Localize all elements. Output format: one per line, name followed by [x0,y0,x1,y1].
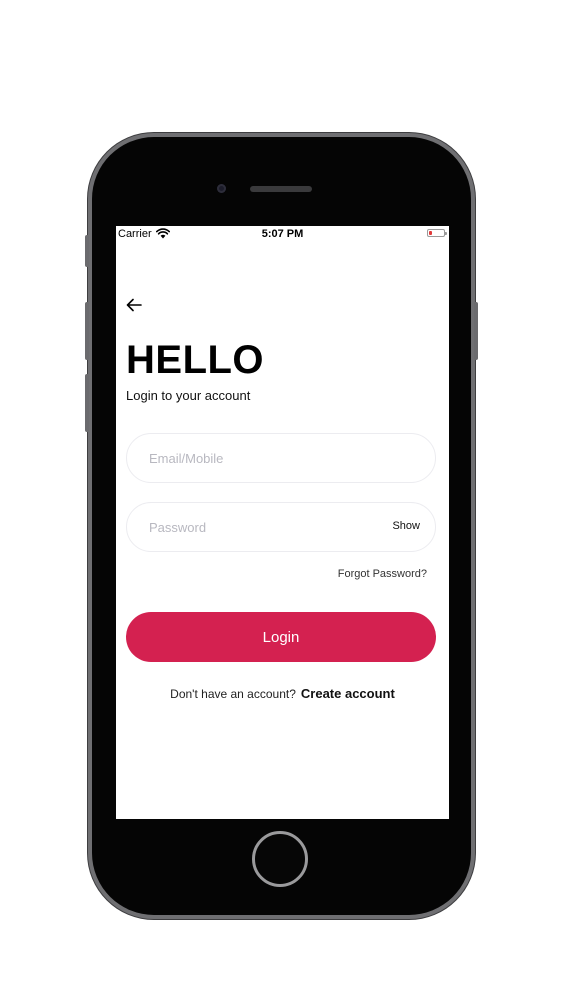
power-button [474,302,478,360]
password-input[interactable] [149,503,379,551]
show-password-toggle[interactable]: Show [392,520,420,532]
volume-up-button [85,302,89,360]
status-time: 5:07 PM [261,228,304,240]
home-button[interactable] [252,831,308,887]
volume-down-button [85,374,89,432]
phone-frame: Carrier 5:07 PM HELLO Login to your acco… [85,137,478,915]
signup-row: Don't have an account? Create account [116,686,449,701]
email-input[interactable] [149,434,379,482]
battery-level [429,231,432,235]
front-camera [217,184,226,193]
signup-prompt: Don't have an account? [170,687,296,701]
silent-switch [85,235,89,267]
arrow-left-icon[interactable] [124,296,144,314]
create-account-link[interactable]: Create account [301,686,395,701]
forgot-password-link[interactable]: Forgot Password? [338,568,427,580]
password-field-container: Show [126,502,436,552]
status-bar: Carrier 5:07 PM [116,226,449,244]
earpiece-speaker [250,186,312,192]
page-title: HELLO [126,338,265,382]
battery-icon [427,229,447,237]
phone-screen: Carrier 5:07 PM HELLO Login to your acco… [116,226,449,819]
login-button[interactable]: Login [126,612,436,662]
page-subtitle: Login to your account [126,388,251,403]
page: Carrier 5:07 PM HELLO Login to your acco… [0,0,563,1000]
email-field-container [126,433,436,483]
